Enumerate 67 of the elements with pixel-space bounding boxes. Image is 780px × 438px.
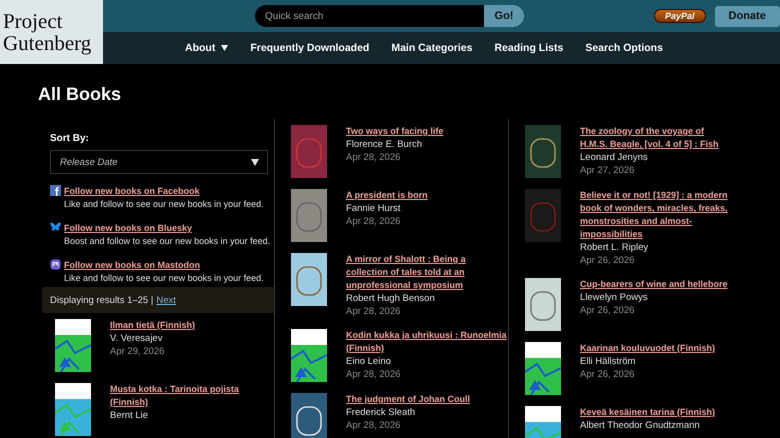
follow-description: Boost and follow to see our new books in your feed. [64,235,272,248]
follow-description: Like and follow to see our new books in your feed. [64,198,265,211]
paypal-button[interactable]: PayPal [654,9,706,23]
page-title: All Books [38,84,122,105]
release-date: Apr 28, 2026 [346,305,402,318]
book-cover[interactable] [55,319,91,372]
release-date: Apr 28, 2026 [346,368,402,381]
release-date: Apr 27, 2026 [580,164,636,177]
book-author: Albert Theodor Gnudtzmann [580,419,701,432]
release-date: Apr 26, 2026 [580,304,636,317]
nav-link[interactable]: Search Options [585,42,663,54]
book-author: Robert L. Ripley [580,241,650,254]
caret-icon [221,45,228,51]
book-author: Eino Leino [346,355,392,368]
book-title-link[interactable]: Believe it or not! [1929] : a modern book of wonders, miracles, freaks, monstrosities and almost-impossibilities [580,189,730,241]
nav-link[interactable]: Reading Lists [494,42,564,54]
follow-link[interactable]: Follow new books on Facebook [64,185,274,198]
book-author: Fannie Hurst [346,202,402,215]
nav-link[interactable]: Main Categories [391,42,472,54]
release-date: Apr 28, 2026 [346,419,402,432]
book-title-link[interactable]: Keveä kesäinen tarina (Finnish) [580,406,730,419]
donate-button[interactable]: Donate [714,6,780,26]
book-cover[interactable] [525,278,561,331]
book-title-link[interactable]: A mirror of Shalott : Being a collection of tales told at an unprofessional symposium [346,253,508,292]
release-date: Apr 29, 2026 [110,345,166,358]
book-author: Frederick Sleath [346,406,416,419]
book-title-link[interactable]: Ilman tietä (Finnish) [110,319,274,332]
book-title-link[interactable]: Two ways of facing life [346,125,508,138]
book-author: V. Veresajev [110,332,164,345]
next-link[interactable]: Next [156,294,176,306]
book-cover[interactable] [291,329,327,382]
site-logo[interactable]: Project Gutenberg [0,0,103,64]
book-title-link[interactable]: Kaarinan kouluvuodet (Finnish) [580,342,730,355]
book-cover[interactable] [291,393,327,438]
search-button[interactable]: Go! [484,5,524,27]
book-author: Bernt Lie [110,409,150,422]
book-author: Llewelyn Powys [580,291,649,304]
book-title-link[interactable]: Cup-bearers of wine and hellebore [580,278,730,291]
book-title-link[interactable]: A president is born [346,189,508,202]
release-date: Apr 26, 2026 [580,368,636,381]
release-date: Apr 28, 2026 [346,151,402,164]
release-date: Apr 28, 2026 [346,215,402,228]
book-title-link[interactable]: Kodin kukka ja uhrikuusi : Runoelmia (Finnish) [346,329,508,355]
sort-dropdown[interactable]: Release Date [50,150,268,174]
follow-description: Like and follow to see our new books in your feed. [64,272,265,285]
book-author: Florence E. Burch [346,138,424,151]
caret-icon [251,158,259,166]
mastodon-icon [50,259,61,270]
book-author: Robert Hugh Benson [346,292,436,305]
follow-link[interactable]: Follow new books on Bluesky [64,222,274,235]
facebook-icon [50,185,61,196]
book-cover[interactable] [525,125,561,178]
book-title-link[interactable]: The zoology of the voyage of H.M.S. Beagle, [vol. 4 of 5] : Fish [580,125,730,151]
book-author: Elli Hällström [580,355,636,368]
book-title-link[interactable]: Musta kotka : Tarinoita pojista (Finnish) [110,383,274,409]
nav-link[interactable]: About [185,42,228,54]
release-date: Apr 26, 2026 [580,254,636,267]
butterfly-icon [50,222,61,232]
search-field[interactable]: Quick search [255,5,484,27]
follow-link[interactable]: Follow new books on Mastodon [64,259,274,272]
sort-label: Sort By: [50,133,90,144]
nav-link[interactable]: Frequently Downloaded [250,42,370,54]
results-count: Displaying results 1–25 | [50,294,154,306]
book-author: Leonard Jenyns [580,151,649,164]
book-cover[interactable] [525,342,561,395]
book-title-link[interactable]: The judgment of Johan Coull [346,393,508,406]
book-cover[interactable] [291,253,327,306]
